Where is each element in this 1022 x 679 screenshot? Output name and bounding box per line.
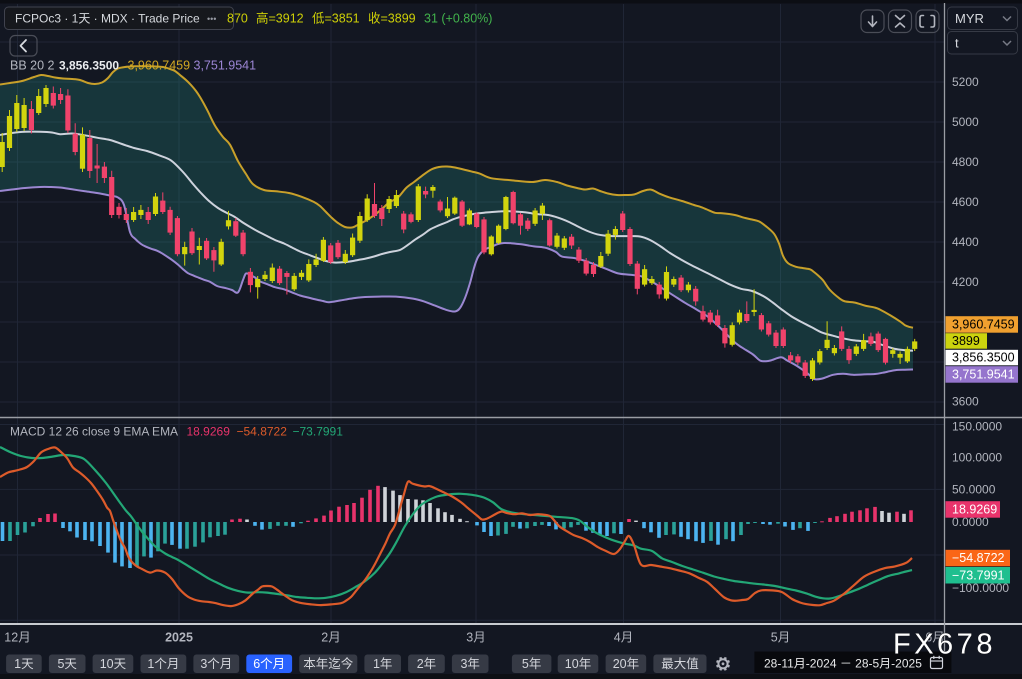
svg-text:t: t bbox=[955, 36, 959, 51]
svg-text:本年迄今: 本年迄今 bbox=[303, 656, 354, 671]
svg-text:−73.7991: −73.7991 bbox=[952, 569, 1005, 583]
svg-text:4800: 4800 bbox=[952, 155, 979, 169]
svg-text:31 (+0.80%): 31 (+0.80%) bbox=[424, 12, 492, 26]
svg-text:3,856.3500: 3,856.3500 bbox=[952, 351, 1015, 365]
svg-text:20年: 20年 bbox=[613, 657, 639, 671]
svg-text:4400: 4400 bbox=[952, 235, 979, 249]
svg-text:2月: 2月 bbox=[321, 631, 340, 645]
svg-text:870: 870 bbox=[227, 12, 248, 26]
svg-text:收=3899: 收=3899 bbox=[368, 12, 416, 26]
svg-text:−54.8722: −54.8722 bbox=[952, 551, 1005, 565]
svg-text:5200: 5200 bbox=[952, 75, 979, 89]
svg-text:3899: 3899 bbox=[952, 334, 980, 348]
svg-text:3,960.7459: 3,960.7459 bbox=[952, 318, 1015, 332]
svg-text:MACD 12 26 close 9 EMA EMA: MACD 12 26 close 9 EMA EMA bbox=[10, 425, 178, 439]
svg-text:5000: 5000 bbox=[952, 115, 979, 129]
svg-text:3,960.7459: 3,960.7459 bbox=[128, 59, 191, 73]
svg-text:12月: 12月 bbox=[4, 631, 30, 645]
svg-text:2025: 2025 bbox=[165, 631, 193, 645]
svg-text:FX678: FX678 bbox=[893, 629, 996, 661]
svg-text:1年: 1年 bbox=[373, 657, 392, 671]
svg-text:100.0000: 100.0000 bbox=[952, 451, 1002, 465]
svg-text:10年: 10年 bbox=[565, 657, 591, 671]
svg-text:5年: 5年 bbox=[522, 657, 541, 671]
svg-text:2年: 2年 bbox=[417, 657, 436, 671]
svg-text:18.9269: 18.9269 bbox=[187, 425, 231, 439]
svg-text:1天: 1天 bbox=[14, 657, 34, 671]
svg-text:4600: 4600 bbox=[952, 195, 979, 209]
svg-text:BB 20 2: BB 20 2 bbox=[10, 59, 55, 73]
svg-text:3,751.9541: 3,751.9541 bbox=[952, 368, 1015, 382]
svg-text:−54.8722: −54.8722 bbox=[237, 425, 288, 439]
svg-text:50.0000: 50.0000 bbox=[952, 482, 996, 496]
svg-text:5月: 5月 bbox=[771, 631, 790, 645]
svg-text:4月: 4月 bbox=[614, 631, 633, 645]
svg-text:10天: 10天 bbox=[100, 657, 127, 671]
svg-text:3600: 3600 bbox=[952, 395, 979, 409]
svg-text:FCPOc3 · 1天 · MDX · Trade Pric: FCPOc3 · 1天 · MDX · Trade Price bbox=[15, 12, 200, 26]
svg-text:4200: 4200 bbox=[952, 275, 979, 289]
svg-text:低=3851: 低=3851 bbox=[312, 12, 360, 26]
svg-text:5天: 5天 bbox=[57, 657, 77, 671]
svg-text:−73.7991: −73.7991 bbox=[293, 425, 344, 439]
svg-text:3个月: 3个月 bbox=[200, 657, 232, 671]
svg-text:150.0000: 150.0000 bbox=[952, 420, 1002, 434]
svg-text:MYR: MYR bbox=[955, 11, 984, 26]
svg-text:最大值: 最大值 bbox=[661, 656, 699, 671]
svg-text:18.9269: 18.9269 bbox=[952, 503, 997, 517]
svg-text:3,856.3500: 3,856.3500 bbox=[59, 59, 119, 73]
svg-text:3月: 3月 bbox=[466, 631, 485, 645]
svg-text:高=3912: 高=3912 bbox=[256, 11, 304, 26]
svg-text:6个月: 6个月 bbox=[253, 657, 285, 671]
svg-text:1个月: 1个月 bbox=[147, 657, 179, 671]
svg-text:3年: 3年 bbox=[460, 657, 479, 671]
svg-text:3,751.9541: 3,751.9541 bbox=[194, 59, 257, 73]
svg-text:•••: ••• bbox=[207, 14, 216, 24]
